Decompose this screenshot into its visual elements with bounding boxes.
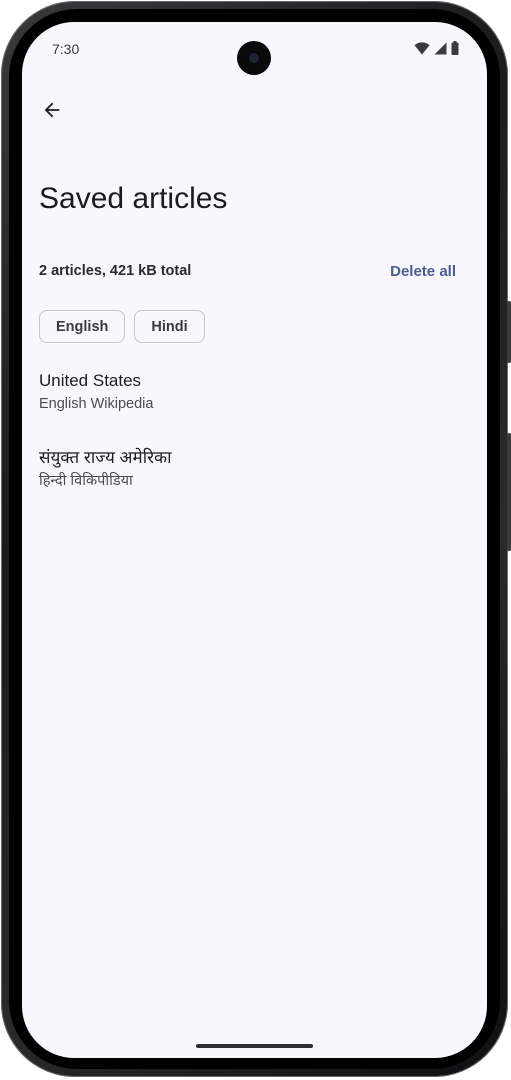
filter-chip-hindi[interactable]: Hindi bbox=[134, 310, 205, 343]
arrow-left-icon bbox=[41, 99, 63, 125]
article-source: English Wikipedia bbox=[39, 396, 154, 412]
list-item-article[interactable]: संयुक्त राज्य अमेरिका हिन्दी विकिपीडिया bbox=[39, 447, 172, 491]
power-button bbox=[507, 433, 511, 551]
battery-icon bbox=[451, 40, 459, 59]
article-title: United States bbox=[39, 371, 142, 390]
status-icons bbox=[414, 40, 459, 59]
article-source: हिन्दी विकिपीडिया bbox=[39, 473, 133, 489]
status-bar: 7:30 bbox=[22, 22, 487, 78]
phone-device: 7:30 Saved articles 2 articles, 421 kB t… bbox=[0, 0, 511, 1080]
list-item-article[interactable]: United States English Wikipedia bbox=[39, 370, 153, 414]
page-title: Saved articles bbox=[39, 182, 228, 215]
language-filter-chips: English Hindi bbox=[39, 310, 205, 343]
filter-chip-english[interactable]: English bbox=[39, 310, 126, 343]
gesture-nav-handle[interactable] bbox=[196, 1044, 313, 1048]
storage-summary: 2 articles, 421 kB total bbox=[39, 263, 192, 279]
delete-all-button[interactable]: Delete all bbox=[390, 263, 456, 280]
front-camera bbox=[237, 41, 271, 75]
back-button[interactable] bbox=[34, 94, 70, 130]
volume-button bbox=[507, 301, 511, 363]
article-title: संयुक्त राज्य अमेरिका bbox=[39, 448, 172, 467]
cell-signal-icon bbox=[434, 40, 447, 59]
wifi-icon bbox=[414, 40, 430, 59]
app-screen: 7:30 Saved articles 2 articles, 421 kB t… bbox=[22, 22, 487, 1058]
status-time: 7:30 bbox=[52, 41, 80, 57]
